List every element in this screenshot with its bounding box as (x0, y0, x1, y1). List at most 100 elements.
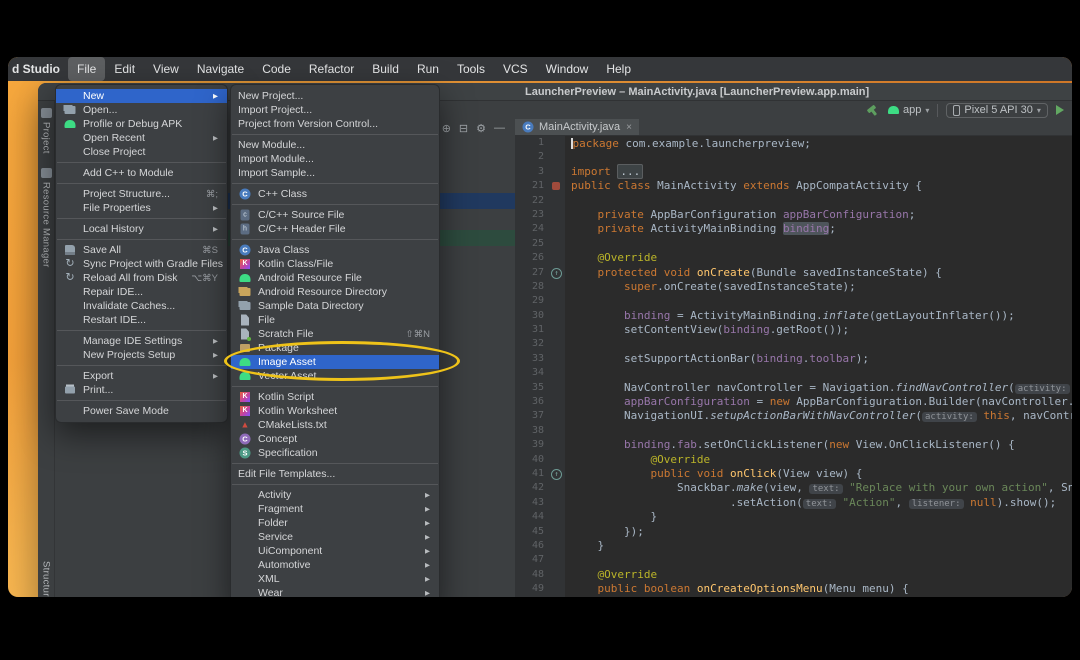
code-line[interactable]: 41 public void onClick(View view) { (515, 467, 1072, 481)
device-selector[interactable]: Pixel 5 API 30 ▾ (946, 103, 1048, 118)
menubar-item-tools[interactable]: Tools (448, 57, 494, 81)
menu-item-project-from-version-control[interactable]: Project from Version Control... (231, 117, 439, 131)
menu-item-activity[interactable]: Activity▶ (231, 488, 439, 502)
menu-item-android-resource-file[interactable]: Android Resource File (231, 271, 439, 285)
menu-item-c-c-source-file[interactable]: C/C++ Source File (231, 208, 439, 222)
menu-item-power-save-mode[interactable]: Power Save Mode (56, 404, 227, 418)
menubar-item-file[interactable]: File (68, 57, 105, 81)
menu-item-new-projects-setup[interactable]: New Projects Setup▶ (56, 348, 227, 362)
menu-item-vector-asset[interactable]: Vector Asset (231, 369, 439, 383)
menubar-item-navigate[interactable]: Navigate (188, 57, 253, 81)
code-line[interactable]: 31 setContentView(binding.getRoot()); (515, 323, 1072, 337)
menu-item-project-structure[interactable]: Project Structure...⌘; (56, 187, 227, 201)
menu-item-import-sample[interactable]: Import Sample... (231, 166, 439, 180)
code-line[interactable]: 33 setSupportActionBar(binding.toolbar); (515, 352, 1072, 366)
menubar-item-code[interactable]: Code (253, 57, 300, 81)
menu-item-c-class[interactable]: C++ Class (231, 187, 439, 201)
code-line[interactable]: 22 (515, 194, 1072, 208)
menu-item-fragment[interactable]: Fragment▶ (231, 502, 439, 516)
menu-item-cmakelists-txt[interactable]: CMakeLists.txt (231, 418, 439, 432)
menu-item-kotlin-class-file[interactable]: Kotlin Class/File (231, 257, 439, 271)
menu-item-kotlin-worksheet[interactable]: Kotlin Worksheet (231, 404, 439, 418)
code-line[interactable]: 45 }); (515, 525, 1072, 539)
menu-item-import-project[interactable]: Import Project... (231, 103, 439, 117)
menu-item-invalidate-caches[interactable]: Invalidate Caches... (56, 299, 227, 313)
code-line[interactable]: 40 @Override (515, 453, 1072, 467)
menubar-item-build[interactable]: Build (363, 57, 408, 81)
menu-item-manage-ide-settings[interactable]: Manage IDE Settings▶ (56, 334, 227, 348)
code-line[interactable]: 37 NavigationUI.setupActionBarWithNavCon… (515, 409, 1072, 423)
menu-item-open[interactable]: Open... (56, 103, 227, 117)
code-line[interactable]: 24 private ActivityMainBinding binding; (515, 222, 1072, 236)
menu-item-service[interactable]: Service▶ (231, 530, 439, 544)
menu-item-repair-ide[interactable]: Repair IDE... (56, 285, 227, 299)
code-line[interactable]: 49 public boolean onCreateOptionsMenu(Me… (515, 582, 1072, 596)
code-line[interactable]: 29 (515, 294, 1072, 308)
code-line[interactable]: 23 private AppBarConfiguration appBarCon… (515, 208, 1072, 222)
code-line[interactable]: 44 } (515, 510, 1072, 524)
sidebar-item-resource-manager[interactable]: Resource Manager (38, 161, 54, 275)
sidebar-item-structure[interactable]: Structure (38, 554, 54, 597)
menu-item-restart-ide[interactable]: Restart IDE... (56, 313, 227, 327)
menu-item-new-project[interactable]: New Project... (231, 89, 439, 103)
menu-item-concept[interactable]: Concept (231, 432, 439, 446)
menu-item-xml[interactable]: XML▶ (231, 572, 439, 586)
code-line[interactable]: 30 binding = ActivityMainBinding.inflate… (515, 309, 1072, 323)
menu-item-profile-or-debug-apk[interactable]: Profile or Debug APK (56, 117, 227, 131)
menubar-item-view[interactable]: View (144, 57, 188, 81)
build-hammer-icon[interactable] (866, 104, 880, 117)
menubar-item-vcs[interactable]: VCS (494, 57, 537, 81)
menu-item-java-class[interactable]: Java Class (231, 243, 439, 257)
code-line[interactable]: 46 } (515, 539, 1072, 553)
menu-item-new-module[interactable]: New Module... (231, 138, 439, 152)
menu-item-kotlin-script[interactable]: Kotlin Script (231, 390, 439, 404)
menubar-item-run[interactable]: Run (408, 57, 448, 81)
settings-gear-icon[interactable]: ⚙ (476, 122, 486, 135)
menu-item-automotive[interactable]: Automotive▶ (231, 558, 439, 572)
menu-item-edit-file-templates[interactable]: Edit File Templates... (231, 467, 439, 481)
code-line[interactable]: 47 (515, 553, 1072, 567)
code-line[interactable]: 48 @Override (515, 568, 1072, 582)
code-line[interactable]: 42 Snackbar.make(view, text: "Replace wi… (515, 481, 1072, 495)
module-selector[interactable]: app ▾ (888, 104, 929, 116)
menu-item-package[interactable]: Package (231, 341, 439, 355)
editor-tab-mainactivity[interactable]: MainActivity.java × (515, 119, 639, 135)
code-line[interactable]: 36 appBarConfiguration = new AppBarConfi… (515, 395, 1072, 409)
menu-item-file[interactable]: File (231, 313, 439, 327)
run-button[interactable] (1056, 105, 1064, 115)
code-line[interactable]: 3import ... (515, 165, 1072, 179)
menu-item-file-properties[interactable]: File Properties▶ (56, 201, 227, 215)
menu-item-add-c-to-module[interactable]: Add C++ to Module (56, 166, 227, 180)
menubar-item-window[interactable]: Window (537, 57, 598, 81)
menu-item-scratch-file[interactable]: Scratch File⇧⌘N (231, 327, 439, 341)
menu-item-print[interactable]: Print... (56, 383, 227, 397)
menu-item-android-resource-directory[interactable]: Android Resource Directory (231, 285, 439, 299)
menu-item-sync-project-with-gradle-files[interactable]: Sync Project with Gradle Files (56, 257, 227, 271)
code-line[interactable]: 28 super.onCreate(savedInstanceState); (515, 280, 1072, 294)
code-line[interactable]: 26 @Override (515, 251, 1072, 265)
menu-item-reload-all-from-disk[interactable]: Reload All from Disk⌥⌘Y (56, 271, 227, 285)
menubar-item-edit[interactable]: Edit (105, 57, 144, 81)
menu-item-new[interactable]: New▶ (56, 89, 227, 103)
code-line[interactable]: 2 (515, 150, 1072, 164)
menu-item-export[interactable]: Export▶ (56, 369, 227, 383)
code-line[interactable]: 27 protected void onCreate(Bundle savedI… (515, 266, 1072, 280)
code-line[interactable]: 32 (515, 337, 1072, 351)
code-line[interactable]: 35 NavController navController = Navigat… (515, 381, 1072, 395)
menu-item-image-asset[interactable]: Image Asset (231, 355, 439, 369)
menu-item-wear[interactable]: Wear▶ (231, 586, 439, 597)
code-line[interactable]: 39 binding.fab.setOnClickListener(new Vi… (515, 438, 1072, 452)
code-line[interactable]: 38 (515, 424, 1072, 438)
menu-item-close-project[interactable]: Close Project (56, 145, 227, 159)
menu-item-save-all[interactable]: Save All⌘S (56, 243, 227, 257)
menubar-item-refactor[interactable]: Refactor (300, 57, 363, 81)
menu-item-uicomponent[interactable]: UiComponent▶ (231, 544, 439, 558)
sidebar-item-project[interactable]: Project (38, 101, 54, 161)
menu-item-open-recent[interactable]: Open Recent▶ (56, 131, 227, 145)
menu-item-specification[interactable]: Specification (231, 446, 439, 460)
code-line[interactable]: 1package com.example.launcherpreview; (515, 136, 1072, 150)
collapse-all-icon[interactable]: ⊟ (459, 122, 468, 135)
menu-item-folder[interactable]: Folder▶ (231, 516, 439, 530)
menu-item-c-c-header-file[interactable]: C/C++ Header File (231, 222, 439, 236)
hide-panel-icon[interactable]: — (494, 122, 505, 134)
